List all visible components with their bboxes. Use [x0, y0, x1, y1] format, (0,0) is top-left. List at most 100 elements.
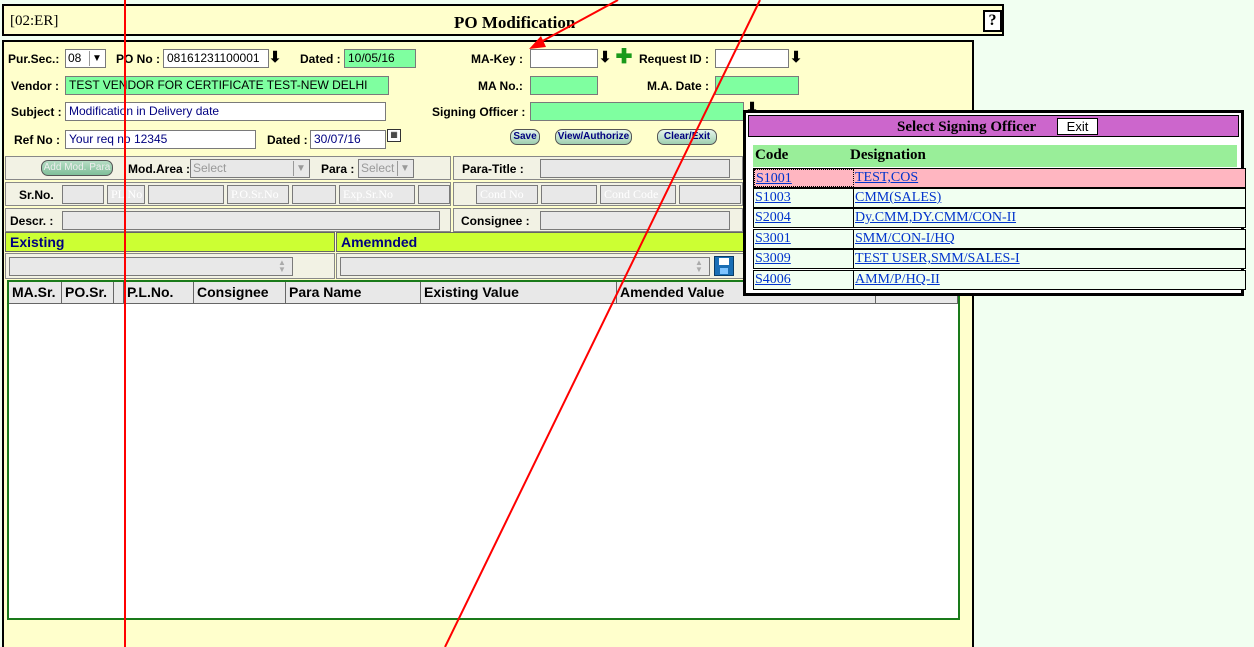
ma-no-field	[530, 76, 598, 95]
vendor-label: Vendor :	[11, 79, 60, 93]
grid-header-po-sr: PO.Sr.	[62, 282, 114, 304]
consignee-label: Consignee :	[461, 214, 530, 228]
po-sr-no-value-field	[292, 185, 336, 204]
title-bar: [02:ER] PO Modification ?	[2, 4, 1004, 36]
popup-row-designation[interactable]: CMM(SALES)	[855, 189, 941, 207]
chevron-down-icon: ▼	[89, 51, 104, 66]
popup-row[interactable]: S3009 TEST USER,SMM/SALES-I	[753, 249, 1246, 269]
popup-row-code[interactable]: S1001	[754, 169, 854, 187]
download-arrow-icon[interactable]: ⬇	[789, 49, 803, 67]
amended-value-field[interactable]	[340, 257, 710, 276]
mod-area-select[interactable]: Select ▼	[190, 159, 310, 178]
popup-row-code[interactable]: S1003	[754, 189, 854, 207]
spinner-icon: ▲ ▼	[278, 258, 286, 274]
sr-no-field	[62, 185, 104, 204]
popup-row-designation[interactable]: TEST USER,SMM/SALES-I	[855, 250, 1020, 268]
po-dated-field: 10/05/16	[344, 49, 416, 68]
cond-code-value-field	[679, 185, 741, 204]
amended-band: Amemnded	[336, 232, 744, 252]
calendar-icon[interactable]: ▦	[387, 129, 401, 142]
popup-col-code: Code	[755, 147, 789, 163]
popup-row-code[interactable]: S3009	[754, 250, 854, 268]
popup-row-designation[interactable]: SMM/CON-I/HQ	[855, 230, 955, 248]
ma-key-label: MA-Key :	[471, 52, 524, 66]
popup-exit-button[interactable]: Exit	[1057, 118, 1098, 135]
popup-row-code[interactable]: S2004	[754, 209, 854, 227]
exp-sr-no-value-field	[418, 185, 450, 204]
popup-row[interactable]: S1001 TEST,COS	[753, 168, 1246, 188]
para-title-field	[540, 159, 730, 178]
para-title-row: Para-Title :	[453, 156, 743, 180]
view-authorize-button[interactable]: View/Authorize	[555, 129, 632, 145]
download-arrow-icon[interactable]: ⬇	[268, 49, 282, 67]
existing-value-row: ▲ ▼	[5, 253, 335, 279]
grid-header-pl-no: P.L.No.	[124, 282, 194, 304]
page-title: PO Modification	[454, 13, 576, 32]
cond-no-field: Cond No	[476, 185, 538, 204]
popup-title: Select Signing Officer	[897, 119, 1037, 135]
clear-exit-button[interactable]: Clear/Exit	[657, 129, 717, 145]
ref-no-input[interactable]: Your req no 12345	[65, 130, 256, 149]
chevron-down-icon: ▼	[293, 161, 308, 176]
po-no-input[interactable]: 08161231100001	[163, 49, 269, 68]
popup-row[interactable]: S4006 AMM/P/HQ-II	[753, 270, 1246, 290]
popup-col-designation: Designation	[850, 147, 926, 163]
pur-sec-select[interactable]: 08 ▼	[65, 49, 106, 68]
spinner-icon: ▲ ▼	[695, 258, 703, 274]
subject-label: Subject :	[11, 105, 62, 119]
para-label: Para :	[321, 162, 355, 176]
download-arrow-icon[interactable]: ⬇	[598, 49, 612, 67]
popup-row[interactable]: S1003 CMM(SALES)	[753, 188, 1246, 208]
grid-header-spacer	[114, 282, 124, 304]
request-id-input[interactable]	[715, 49, 789, 68]
descr-label: Descr. :	[10, 214, 54, 228]
pl-no-desc-field	[148, 185, 224, 204]
cond-code-field: Cond Code	[600, 185, 676, 204]
descr-field	[62, 211, 440, 230]
ma-date-label: M.A. Date :	[647, 79, 710, 93]
popup-row[interactable]: S3001 SMM/CON-I/HQ	[753, 229, 1246, 249]
grid-header-consignee: Consignee	[194, 282, 286, 304]
ref-no-label: Ref No :	[14, 133, 60, 147]
help-button[interactable]: ?	[983, 10, 1002, 32]
request-id-label: Request ID :	[639, 52, 710, 66]
grid-header-ma-sr: MA.Sr.	[9, 282, 62, 304]
popup-row-designation[interactable]: Dy.CMM,DY.CMM/CON-II	[855, 209, 1016, 227]
ma-key-input[interactable]	[530, 49, 598, 68]
para-value: Select	[361, 161, 395, 175]
ma-no-label: MA No.:	[478, 79, 523, 93]
add-plus-icon[interactable]: ✚	[615, 47, 633, 67]
signing-officer-field	[530, 102, 744, 121]
para-select[interactable]: Select ▼	[358, 159, 414, 178]
save-button[interactable]: Save	[510, 129, 540, 145]
chevron-down-icon: ▼	[397, 161, 412, 176]
popup-row-designation[interactable]: TEST,COS	[855, 169, 918, 187]
consignee-row: Consignee :	[453, 208, 743, 232]
popup-row-code[interactable]: S3001	[754, 230, 854, 248]
grid-header-existing-value: Existing Value	[421, 282, 617, 304]
subject-input[interactable]: Modification in Delivery date	[65, 102, 386, 121]
modification-grid: MA.Sr. PO.Sr. P.L.No. Consignee Para Nam…	[7, 280, 960, 620]
popup-row-designation[interactable]: AMM/P/HQ-II	[855, 271, 940, 289]
sr-no-row: Sr.No. PL No P.O.Sr.No Exp.Sr.No	[5, 182, 451, 206]
po-no-label: PO No :	[116, 52, 160, 66]
ma-date-field	[715, 76, 799, 95]
cond-no-value-field	[541, 185, 597, 204]
ref-dated-label: Dated :	[267, 133, 308, 147]
signing-officer-popup: Select Signing Officer Exit Code Designa…	[743, 110, 1246, 296]
grid-header-para-name: Para Name	[286, 282, 421, 304]
save-floppy-icon[interactable]	[714, 256, 734, 276]
ref-dated-input[interactable]: 30/07/16	[310, 130, 386, 149]
vendor-field: TEST VENDOR FOR CERTIFICATE TEST-NEW DEL…	[65, 76, 389, 95]
para-title-label: Para-Title :	[462, 162, 524, 176]
existing-band: Existing	[5, 232, 335, 252]
mod-area-row: Add Mod. Para Mod.Area : Select ▼ Para :…	[5, 156, 451, 180]
pur-sec-label: Pur.Sec.:	[8, 52, 60, 66]
add-mod-para-button[interactable]: Add Mod. Para	[41, 160, 113, 176]
popup-row-code[interactable]: S4006	[754, 271, 854, 289]
sr-no-label: Sr.No.	[19, 188, 54, 202]
mod-area-value: Select	[193, 161, 227, 175]
popup-row[interactable]: S2004 Dy.CMM,DY.CMM/CON-II	[753, 208, 1246, 228]
cond-row: Cond No Cond Code	[453, 182, 743, 206]
exp-sr-no-field: Exp.Sr.No	[339, 185, 415, 204]
